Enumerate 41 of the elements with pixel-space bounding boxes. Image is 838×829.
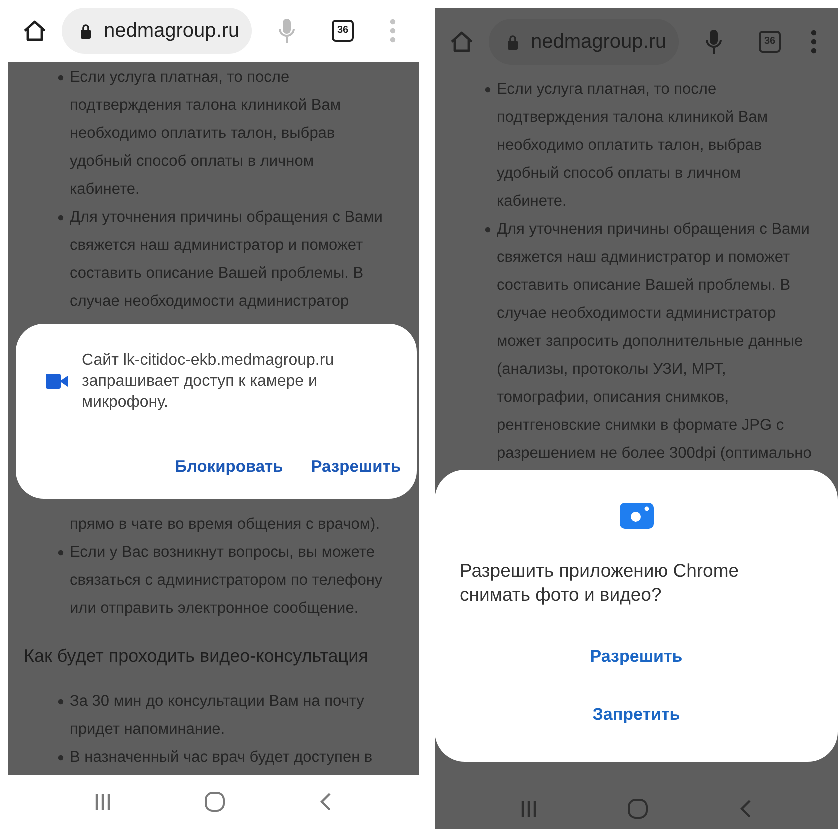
tab-count[interactable]: 36 xyxy=(332,20,354,42)
recent-apps-icon[interactable] xyxy=(520,799,538,819)
dialog-button[interactable]: Разрешить xyxy=(311,458,401,477)
list-item-text: Для уточнения причины обращения с Вами свяжется наш администратор и поможет составить описание Вашей проблемы. В случае необходимости администратор xyxy=(70,208,383,312)
bullet-icon xyxy=(485,87,491,93)
home-button-icon[interactable] xyxy=(204,791,226,813)
dialog-button[interactable]: Разрешить xyxy=(590,647,683,667)
dialog-message: Сайт lk-citidoc-ekb.medmagroup.ru запрашивает доступ к камере и микрофону. xyxy=(82,351,334,413)
lock-icon xyxy=(80,24,92,38)
dialog-button[interactable]: Блокировать xyxy=(175,458,284,477)
bullet-icon xyxy=(58,755,64,761)
bullet-icon xyxy=(58,550,64,556)
list-item-text: Если услуга платная, то после подтверждения талона клиникой Вам необходимо оплатить талон, выбрав удобный способ оплаты в личном кабинете. xyxy=(497,80,768,212)
list-item-text: Если у Вас возникнут вопросы, вы можете связаться с администратором по телефону или отправить электронное сообщение. xyxy=(70,543,383,619)
recent-apps-icon[interactable] xyxy=(94,792,112,812)
back-icon[interactable] xyxy=(318,791,333,813)
camera-icon xyxy=(620,503,654,529)
menu-icon[interactable] xyxy=(389,18,397,44)
list-item-text: прямо в чате во время общения с врачом). xyxy=(70,515,382,535)
list-item-text: Для уточнения причины обращения с Вами свяжется наш администратор и поможет составить описание Вашей проблемы. В случае необходимости администратор может запросить дополнительные данные (анализы, протоколы УЗИ, МРТ, томографии, описания снимков, рентгеновские снимки в формате JPG с разрешением не более 300dpi (оптимально xyxy=(497,220,812,464)
list-item-text: За 30 мин до консультации Вам на почту придет напоминание. xyxy=(70,692,364,740)
address-bar[interactable]: nedmagroup.ru xyxy=(62,8,252,54)
back-icon[interactable] xyxy=(739,798,754,820)
bullet-icon xyxy=(58,699,64,705)
bullet-icon xyxy=(58,75,64,81)
dialog-message: Разрешить приложению Chrome снимать фото и видео? xyxy=(460,559,740,607)
microphone-icon[interactable] xyxy=(705,29,723,55)
home-icon[interactable] xyxy=(22,19,48,43)
microphone-icon[interactable] xyxy=(278,18,296,44)
bullet-icon xyxy=(485,227,491,233)
list-item-text: В назначенный час врач будет доступен в xyxy=(70,748,373,768)
menu-icon[interactable] xyxy=(810,29,818,55)
dialog-button[interactable]: Запретить xyxy=(592,705,680,725)
section-heading: Как будет проходить видео-консультация xyxy=(24,645,370,668)
lock-icon xyxy=(507,34,519,50)
list-item-text: Если услуга платная, то после подтверждения талона клиникой Вам необходимо оплатить талон, выбрав удобный способ оплаты в личном кабинете. xyxy=(70,68,341,200)
bullet-icon xyxy=(58,215,64,221)
url-text: nedmagroup.ru xyxy=(104,20,240,42)
home-button-icon[interactable] xyxy=(627,798,650,820)
url-text: nedmagroup.ru xyxy=(531,30,667,54)
video-camera-icon xyxy=(46,374,68,389)
